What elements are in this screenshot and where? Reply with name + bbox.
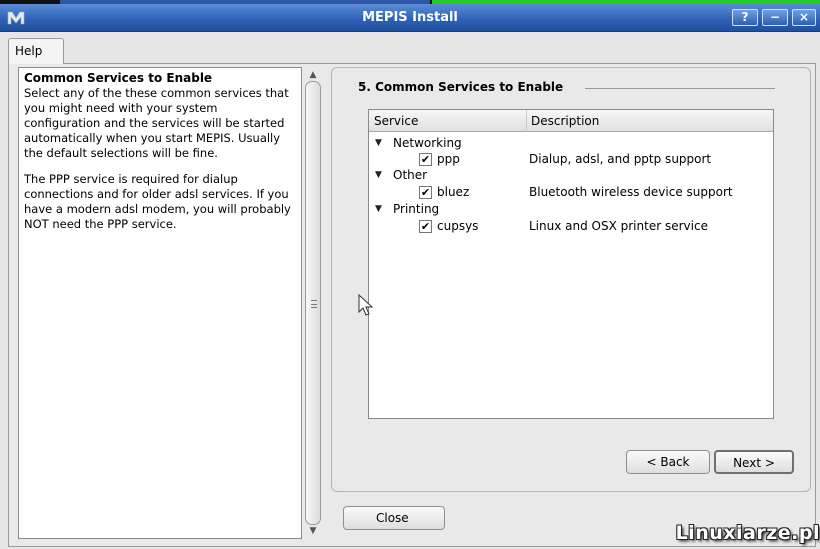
tree-group-printing[interactable]: ▼ Printing xyxy=(369,201,773,217)
service-description: Linux and OSX printer service xyxy=(529,219,708,233)
grip-icon xyxy=(311,300,317,308)
back-button[interactable]: < Back xyxy=(626,450,710,474)
group-label: Other xyxy=(393,168,428,182)
help-paragraph-2: The PPP service is required for dialup c… xyxy=(24,172,291,231)
services-tree[interactable]: Service Description ▼ Networking ✔ ppp D… xyxy=(368,109,774,419)
minimize-button[interactable]: − xyxy=(762,9,788,26)
tree-row-bluez[interactable]: ✔ bluez Bluetooth wireless device suppor… xyxy=(369,184,773,200)
chevron-down-icon[interactable]: ▼ xyxy=(375,201,382,217)
group-label: Printing xyxy=(393,202,440,216)
checkbox-cupsys[interactable]: ✔ xyxy=(419,220,432,233)
help-button[interactable]: ? xyxy=(732,9,758,26)
column-header-description[interactable]: Description xyxy=(526,110,599,132)
close-window-button[interactable]: × xyxy=(792,9,816,26)
help-heading: Common Services to Enable xyxy=(24,71,213,85)
section-title: 5. Common Services to Enable xyxy=(358,80,564,94)
tree-header: Service Description xyxy=(369,110,773,132)
service-description: Dialup, adsl, and pptp support xyxy=(529,152,712,166)
service-name: bluez xyxy=(437,185,470,199)
close-button[interactable]: Close xyxy=(343,506,445,530)
help-scrollbar[interactable]: ▲ ▼ xyxy=(304,67,322,539)
checkbox-bluez[interactable]: ✔ xyxy=(419,186,432,199)
help-paragraph-1: Select any of the these common services … xyxy=(24,86,289,160)
help-text-pane: Common Services to Enable Select any of … xyxy=(18,67,302,539)
tree-group-other[interactable]: ▼ Other xyxy=(369,167,773,183)
scroll-up-icon[interactable]: ▲ xyxy=(307,69,319,81)
watermark-logo: Linuxiarze.pl xyxy=(675,522,820,544)
section-divider xyxy=(585,88,775,89)
window-titlebar[interactable]: MEPIS Install ? − × xyxy=(0,4,820,32)
window-title: MEPIS Install xyxy=(362,10,458,25)
group-label: Networking xyxy=(393,136,462,150)
service-name: cupsys xyxy=(437,219,479,233)
next-button[interactable]: Next > xyxy=(714,450,794,474)
tab-help[interactable]: Help xyxy=(8,38,64,64)
service-name: ppp xyxy=(437,152,460,166)
tree-row-cupsys[interactable]: ✔ cupsys Linux and OSX printer service xyxy=(369,218,773,234)
service-description: Bluetooth wireless device support xyxy=(529,185,733,199)
tree-row-ppp[interactable]: ✔ ppp Dialup, adsl, and pptp support xyxy=(369,151,773,167)
column-header-service[interactable]: Service xyxy=(374,110,418,132)
chevron-down-icon[interactable]: ▼ xyxy=(375,135,382,151)
scroll-thumb[interactable] xyxy=(305,81,321,525)
scroll-down-icon[interactable]: ▼ xyxy=(307,525,319,537)
checkbox-ppp[interactable]: ✔ xyxy=(419,153,432,166)
mouse-cursor-icon xyxy=(358,294,374,316)
chevron-down-icon[interactable]: ▼ xyxy=(375,167,382,183)
tree-group-networking[interactable]: ▼ Networking xyxy=(369,135,773,151)
